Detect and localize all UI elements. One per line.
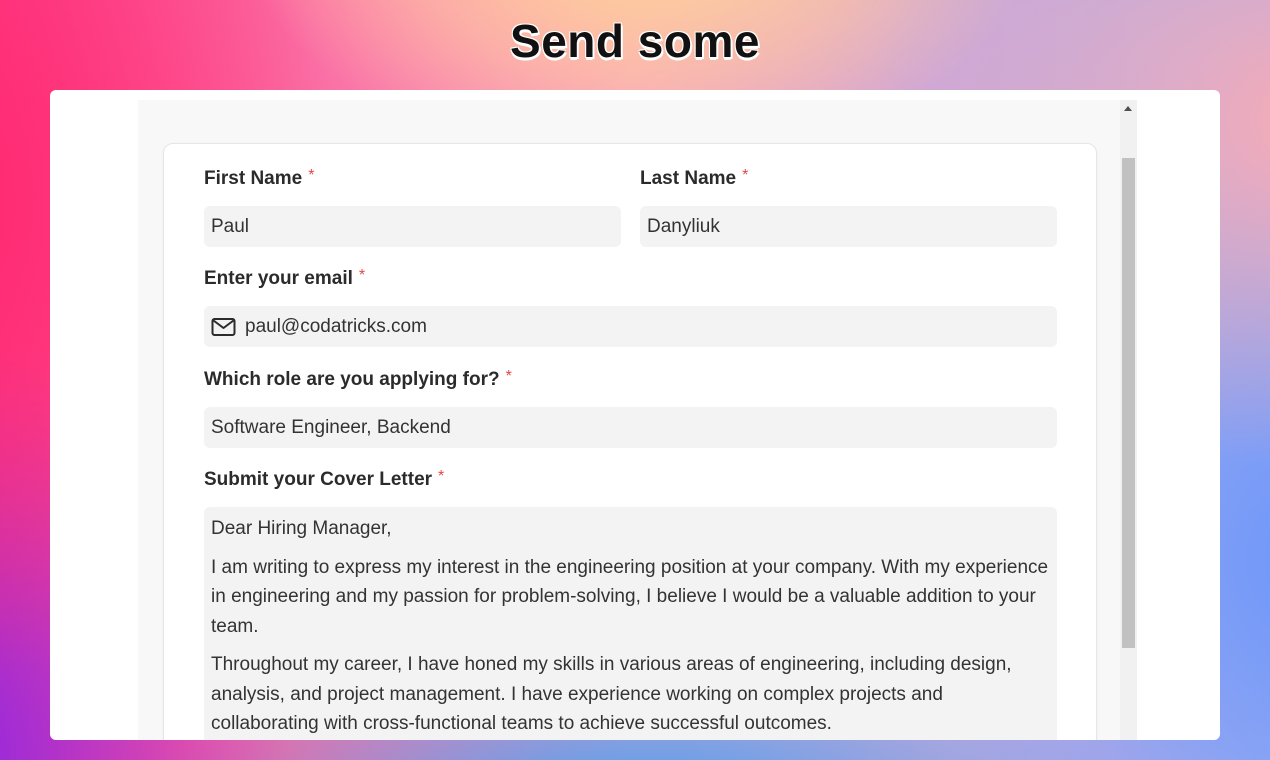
role-input[interactable]: Software Engineer, Backend bbox=[204, 407, 1057, 448]
required-mark: * bbox=[505, 368, 512, 385]
cover-letter-paragraph: Throughout my career, I have honed my sk… bbox=[211, 654, 1012, 734]
required-mark: * bbox=[438, 468, 445, 485]
email-input[interactable]: paul@codatricks.com bbox=[204, 306, 1057, 347]
last-name-input[interactable]: Danyliuk bbox=[640, 206, 1057, 247]
first-name-label: First Name * bbox=[204, 167, 315, 190]
application-form: First Name * Paul Last Name * Danyliuk Ent… bbox=[163, 143, 1097, 740]
email-label: Enter your email * bbox=[204, 267, 366, 290]
last-name-label: Last Name * bbox=[640, 167, 749, 190]
role-label: Which role are you applying for? * bbox=[204, 368, 512, 391]
first-name-input[interactable]: Paul bbox=[204, 206, 621, 247]
last-name-value: Danyliuk bbox=[647, 216, 720, 237]
required-mark: * bbox=[358, 267, 366, 284]
cover-letter-textarea[interactable]: Dear Hiring Manager, I am writing to exp… bbox=[204, 507, 1057, 740]
first-name-value: Paul bbox=[211, 216, 250, 237]
scrollbar-thumb[interactable] bbox=[1122, 158, 1135, 648]
required-mark: * bbox=[308, 167, 315, 184]
cover-letter-label: Submit your Cover Letter * bbox=[204, 468, 445, 491]
cover-letter-label-text: Submit your Cover Letter bbox=[204, 469, 433, 490]
last-name-label-text: Last Name bbox=[640, 168, 737, 189]
vertical-scrollbar[interactable] bbox=[1120, 100, 1137, 740]
cover-letter-paragraph: I am writing to express my interest in t… bbox=[211, 556, 1049, 637]
email-label-text: Enter your email bbox=[204, 268, 353, 289]
form-viewport: First Name * Paul Last Name * Danyliuk Ent… bbox=[138, 100, 1120, 740]
first-name-label-text: First Name bbox=[204, 168, 303, 189]
role-label-text: Which role are you applying for? bbox=[204, 369, 500, 390]
mail-icon bbox=[211, 317, 237, 337]
form-window: First Name * Paul Last Name * Danyliuk Ent… bbox=[50, 90, 1220, 740]
required-mark: * bbox=[742, 167, 749, 184]
scroll-up-arrow-icon[interactable] bbox=[1124, 106, 1132, 111]
page-headline: Send some bbox=[510, 15, 760, 67]
cover-letter-paragraph: Dear Hiring Manager, bbox=[211, 518, 392, 539]
email-value: paul@codatricks.com bbox=[245, 316, 427, 337]
role-value: Software Engineer, Backend bbox=[211, 417, 451, 438]
